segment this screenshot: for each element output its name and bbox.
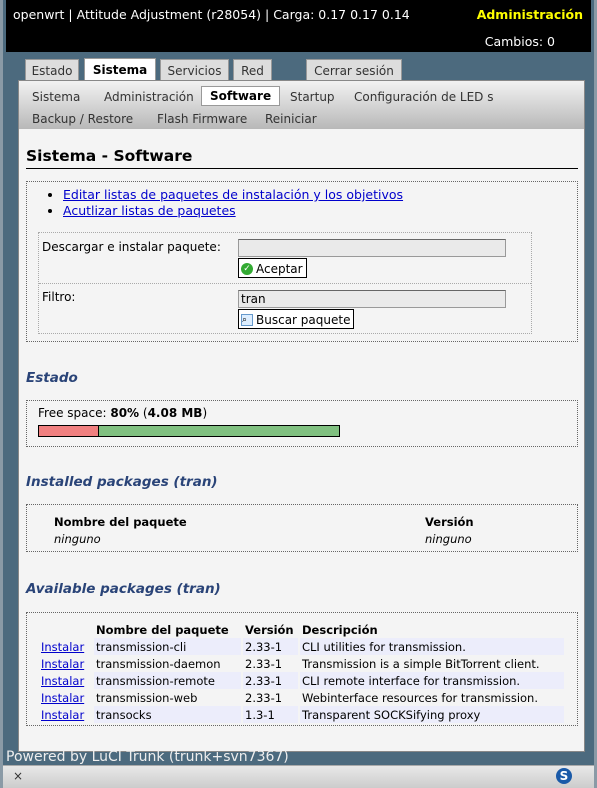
actions-box: Editar listas de paquetes de instalación… [26, 181, 578, 342]
package-name: transmission-daemon [96, 656, 221, 671]
package-version: 2.33-1 [243, 638, 298, 655]
package-row: Instalar transmission-remote 2.33-1 CLI rem… [39, 672, 564, 689]
install-link[interactable]: Instalar [41, 674, 84, 688]
free-space-size: 4.08 MB [147, 406, 203, 420]
package-row: Instalar transmission-web 2.33-1 Webinterfa… [39, 689, 564, 706]
package-description: Webinterface resources for transmission. [302, 690, 538, 705]
install-link[interactable]: Instalar [41, 708, 84, 722]
check-icon: ✓ [241, 263, 253, 275]
col-version: Versión [245, 622, 294, 637]
install-cell: Instalar [39, 706, 92, 723]
subnav-reboot[interactable]: Reiniciar [265, 112, 317, 126]
search-icon: ⌕ [241, 314, 253, 326]
installed-title: Installed packages (tran) [26, 474, 218, 490]
filter-label: Filtro: [42, 290, 76, 304]
tab-sistema[interactable]: Sistema [84, 58, 156, 81]
admin-link[interactable]: Administración [477, 7, 583, 22]
installed-name: ninguno [54, 532, 101, 546]
free-segment [99, 426, 339, 436]
package-description: Transparent SOCKSifying proxy [300, 706, 564, 723]
install-link[interactable]: Instalar [41, 640, 84, 654]
package-description: CLI remote interface for transmission. [300, 672, 564, 689]
install-cell: Instalar [39, 638, 92, 655]
subnav-sistema[interactable]: Sistema [32, 90, 80, 104]
footer: Powered by LuCI Trunk (trunk+svn7367) [6, 749, 289, 765]
subnav-software[interactable]: Software [201, 86, 281, 106]
free-space-label: Free space: [38, 406, 111, 420]
search-button[interactable]: ⌕ Buscar paquete [238, 309, 355, 329]
download-input[interactable] [238, 239, 506, 257]
status-bar: × S [3, 765, 594, 788]
tab-estado[interactable]: Estado [25, 59, 79, 81]
installed-col-version: Versión [425, 515, 474, 529]
package-name: transmission-remote [94, 672, 241, 689]
subnav-flash[interactable]: Flash Firmware [157, 112, 247, 126]
close-icon[interactable]: × [13, 769, 23, 783]
header: openwrt | Attitude Adjustment (r28054) |… [6, 0, 591, 52]
estado-title: Estado [26, 370, 78, 386]
accept-label: Aceptar [256, 262, 303, 276]
package-version: 1.3-1 [243, 706, 298, 723]
subnav-backup[interactable]: Backup / Restore [32, 112, 133, 126]
available-title: Available packages (tran) [26, 581, 221, 597]
package-version: 2.33-1 [245, 690, 283, 705]
tab-logout[interactable]: Cerrar sesión [306, 59, 402, 81]
available-table: Nombre del paquete Versión Descripción Ins… [37, 621, 566, 723]
subnav: Sistema Administración Software Startup … [19, 81, 584, 129]
edit-lists-link[interactable]: Editar listas de paquetes de instalación… [63, 187, 403, 202]
download-label: Descargar e instalar paquete: [42, 240, 221, 254]
changes-link[interactable]: Cambios: 0 [485, 34, 555, 49]
free-space-pct: 80% [110, 406, 140, 420]
package-row: Instalar transocks 1.3-1 Transparent SOCKSi… [39, 706, 564, 723]
package-version: 2.33-1 [245, 656, 283, 671]
col-desc: Descripción [302, 622, 378, 637]
install-cell: Instalar [39, 655, 92, 672]
accept-button[interactable]: ✓ Aceptar [238, 258, 307, 278]
subnav-led[interactable]: Configuración de LED s [354, 90, 493, 104]
update-lists-link[interactable]: Acutlizar listas de paquetes [63, 203, 236, 218]
estado-box: Free space: 80% (4.08 MB) [26, 400, 578, 447]
install-link[interactable]: Instalar [41, 657, 84, 671]
subnav-startup[interactable]: Startup [290, 90, 335, 104]
available-box: Nombre del paquete Versión Descripción Ins… [26, 612, 578, 726]
tab-red[interactable]: Red [233, 59, 272, 81]
subnav-administracion[interactable]: Administración [104, 90, 194, 104]
form-box: Descargar e instalar paquete: ✓ Aceptar F… [38, 232, 532, 334]
package-name: transocks [94, 706, 241, 723]
package-row: Instalar transmission-daemon 2.33-1 Transmi… [39, 655, 564, 672]
content-panel: Sistema Administración Software Startup … [18, 80, 585, 752]
s-addon-icon[interactable]: S [556, 768, 572, 784]
tab-servicios[interactable]: Servicios [160, 59, 229, 81]
search-label: Buscar paquete [256, 313, 351, 327]
col-name: Nombre del paquete [96, 622, 229, 637]
install-link[interactable]: Instalar [41, 691, 84, 705]
package-description: Transmission is a simple BitTorrent clie… [302, 656, 540, 671]
package-row: Instalar transmission-cli 2.33-1 CLI utilit… [39, 638, 564, 655]
page-title: Sistema - Software [26, 147, 578, 169]
package-name: transmission-cli [94, 638, 241, 655]
filter-input[interactable]: tran [238, 290, 506, 308]
package-version: 2.33-1 [243, 672, 298, 689]
package-description: CLI utilities for transmission. [300, 638, 564, 655]
free-space-bar [38, 425, 340, 437]
install-cell: Instalar [39, 689, 92, 706]
install-cell: Instalar [39, 672, 92, 689]
header-title: openwrt | Attitude Adjustment (r28054) |… [13, 7, 410, 22]
installed-box: Nombre del paquete Versión ninguno ningu… [26, 504, 578, 552]
used-segment [39, 426, 99, 436]
package-name: transmission-web [96, 690, 198, 705]
installed-version: ninguno [425, 532, 472, 546]
installed-col-name: Nombre del paquete [54, 515, 187, 529]
